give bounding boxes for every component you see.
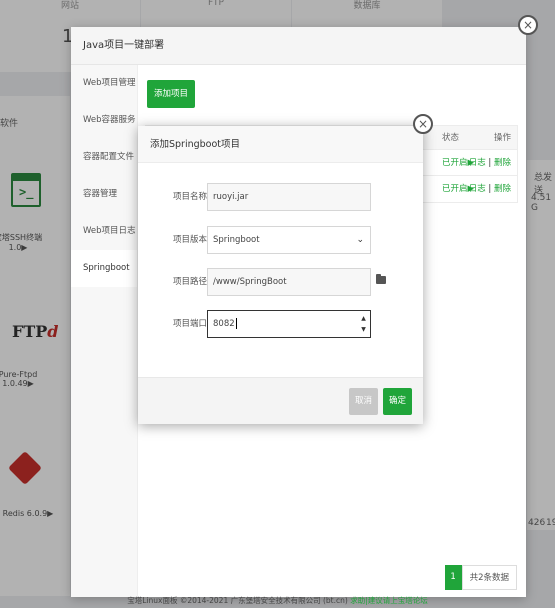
log-link[interactable]: 日志 bbox=[469, 158, 486, 168]
close-icon[interactable]: × bbox=[413, 114, 433, 134]
delete-link[interactable]: 删除 bbox=[494, 184, 511, 194]
project-version-label: 项目版本 bbox=[172, 235, 207, 245]
project-version-row: 项目版本 Springboot ⌄ bbox=[138, 226, 423, 254]
sub-dialog-title: 添加Springboot项目 bbox=[138, 126, 423, 163]
sidebar-item-container-config[interactable]: 容器配置文件 bbox=[71, 139, 137, 176]
ops-header: 操作 bbox=[493, 133, 511, 143]
close-icon[interactable]: × bbox=[518, 15, 538, 35]
project-path-field[interactable]: /www/SpringBoot bbox=[207, 268, 371, 296]
number-stepper[interactable]: ▲ ▼ bbox=[360, 313, 367, 335]
sub-dialog-footer: 取消 确定 bbox=[138, 377, 423, 424]
sidebar-item-container-manage[interactable]: 容器管理 bbox=[71, 176, 137, 213]
page-footer: 宝塔Linux面板 ©2014-2021 广东堡塔安全技术有限公司 (bt.cn… bbox=[0, 595, 555, 606]
text-cursor bbox=[235, 318, 237, 329]
project-path-label: 项目路径 bbox=[172, 277, 207, 287]
delete-link[interactable]: 删除 bbox=[494, 158, 511, 168]
page-number-button[interactable]: 1 bbox=[444, 565, 462, 590]
forum-link[interactable]: 求助|建议请上宝塔论坛 bbox=[350, 596, 428, 605]
project-version-select[interactable]: Springboot ⌄ bbox=[207, 226, 371, 254]
project-name-field[interactable]: ruoyi.jar bbox=[207, 183, 371, 211]
confirm-button[interactable]: 确定 bbox=[383, 388, 412, 415]
chevron-down-icon: ⌄ bbox=[356, 235, 364, 245]
project-port-field[interactable]: 8082 ▲ ▼ bbox=[207, 310, 371, 338]
project-name-label: 项目名称 bbox=[172, 192, 207, 202]
dialog-sidebar: Web项目管理 Web容器服务 容器配置文件 容器管理 Web项目日志 Spri… bbox=[71, 65, 138, 597]
total-count: 共2条数据 bbox=[461, 565, 517, 590]
status-header: 状态 bbox=[442, 133, 460, 143]
folder-icon[interactable] bbox=[376, 274, 386, 284]
project-port-row: 项目端口 8082 ▲ ▼ bbox=[138, 310, 423, 338]
add-springboot-dialog: 添加Springboot项目 × 项目名称 ruoyi.jar 项目版本 Spr… bbox=[138, 114, 433, 424]
sidebar-item-web-project[interactable]: Web项目管理 bbox=[71, 65, 137, 102]
sidebar-item-web-log[interactable]: Web项目日志 bbox=[71, 213, 137, 250]
cancel-button[interactable]: 取消 bbox=[349, 388, 378, 415]
log-link[interactable]: 日志 bbox=[469, 184, 486, 194]
separator: | bbox=[488, 158, 492, 168]
project-port-label: 项目端口 bbox=[172, 319, 207, 329]
dialog-title: Java项目一键部署 bbox=[71, 27, 526, 65]
project-name-row: 项目名称 ruoyi.jar bbox=[138, 183, 423, 211]
copyright-text: 宝塔Linux面板 ©2014-2021 广东堡塔安全技术有限公司 (bt.cn… bbox=[127, 596, 348, 605]
pagination: 1 共2条数据 bbox=[444, 565, 517, 590]
sidebar-item-springboot[interactable]: Springboot bbox=[71, 250, 137, 287]
sidebar-item-web-container[interactable]: Web容器服务 bbox=[71, 102, 137, 139]
separator: | bbox=[488, 184, 492, 194]
project-path-row: 项目路径 /www/SpringBoot bbox=[138, 268, 423, 296]
add-project-button[interactable]: 添加项目 bbox=[147, 80, 196, 108]
port-value: 8082 bbox=[213, 319, 235, 329]
selected-version: Springboot bbox=[213, 235, 260, 245]
